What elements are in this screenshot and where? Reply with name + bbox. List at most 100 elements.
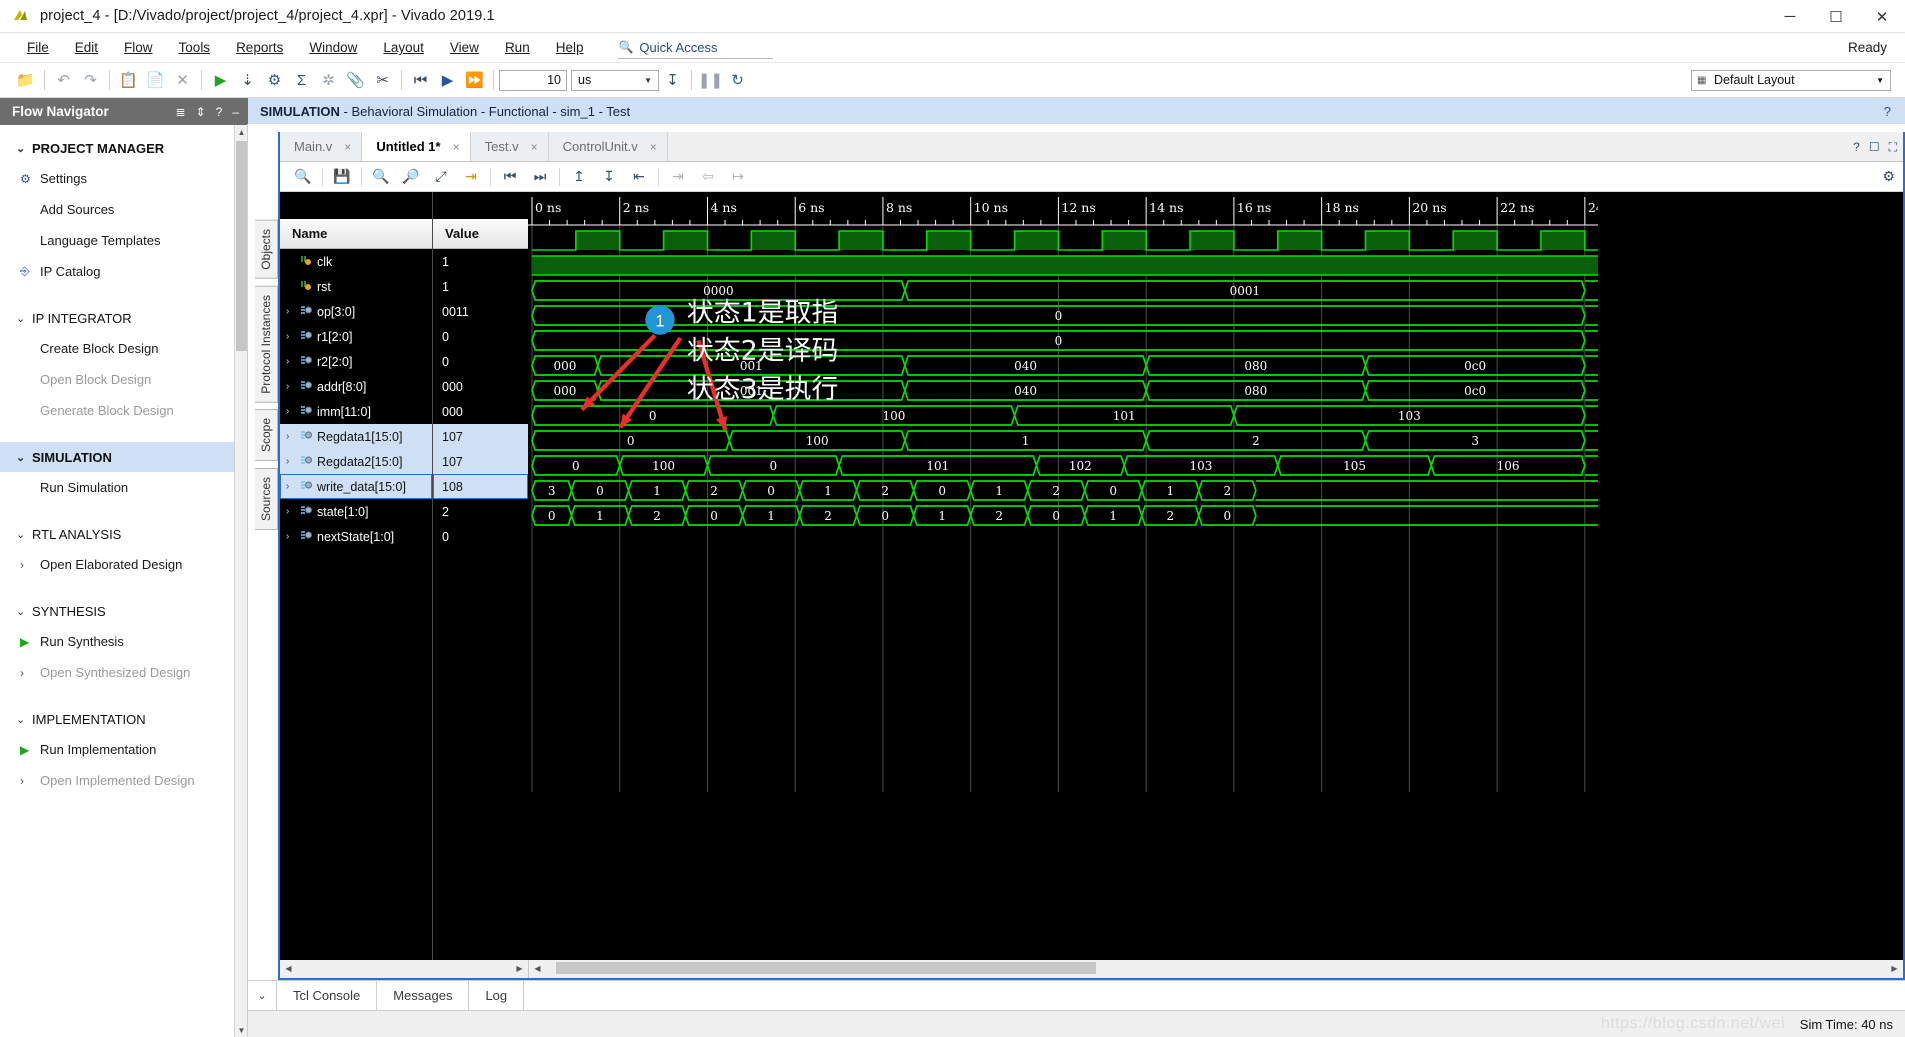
signal-row-write_data150[interactable]: › write_data[15:0] bbox=[280, 474, 432, 499]
flow-navigator-scrollbar[interactable]: ▲ ▼ bbox=[234, 125, 247, 1037]
signal-row-Regdata1150[interactable]: › Regdata1[15:0] bbox=[280, 424, 432, 449]
expand-chevron-icon[interactable]: › bbox=[286, 406, 300, 417]
menu-layout[interactable]: Layout bbox=[370, 37, 437, 58]
tab-controlunit-v[interactable]: ControlUnit.v × bbox=[548, 132, 668, 161]
layout-select[interactable]: ▦ Default Layout ▼ bbox=[1691, 69, 1891, 91]
waveform-canvas[interactable]: 0 ns 2 ns 4 ns 6 ns 8 ns 10 ns 12 ns 14 ns 16 ns… bbox=[528, 192, 1903, 960]
expand-chevron-icon[interactable]: › bbox=[286, 481, 300, 492]
collapse-all-icon[interactable]: ≣ bbox=[176, 105, 186, 119]
sidebar-item-ip-catalog[interactable]: ⎆ IP Catalog bbox=[0, 256, 247, 287]
tab-untitled-1[interactable]: Untitled 1* × bbox=[362, 132, 471, 161]
scroll-left-arrow-icon[interactable]: ◀ bbox=[529, 960, 546, 977]
paste-icon[interactable]: 📄 bbox=[142, 68, 169, 92]
delete-icon[interactable]: ✕ bbox=[169, 68, 196, 92]
gear-icon[interactable]: ⚙ bbox=[1882, 168, 1895, 185]
sidebar-item-run-synthesis[interactable]: ▶ Run Synthesis bbox=[0, 626, 247, 657]
sidebar-item-add-sources[interactable]: Add Sources bbox=[0, 194, 247, 225]
signal-row-nextState10[interactable]: › nextState[1:0] bbox=[280, 524, 432, 549]
nav-section-rtl-analysis[interactable]: ⌄ RTL ANALYSIS bbox=[0, 519, 247, 549]
scroll-up-arrow-icon[interactable]: ▲ bbox=[235, 125, 247, 139]
ruler-icon[interactable]: ↦ bbox=[723, 165, 753, 189]
scroll-down-arrow-icon[interactable]: ▼ bbox=[235, 1023, 247, 1037]
scrollbar-thumb[interactable] bbox=[236, 141, 247, 351]
nav-section-ip-integrator[interactable]: ⌄ IP INTEGRATOR bbox=[0, 303, 247, 333]
sidebar-item-run-simulation[interactable]: Run Simulation bbox=[0, 472, 247, 503]
close-icon[interactable]: × bbox=[344, 140, 351, 154]
menu-tools[interactable]: Tools bbox=[166, 37, 224, 58]
names-hscrollbar[interactable]: ◀ ▶ bbox=[280, 960, 528, 978]
chevron-down-icon[interactable]: ⌄ bbox=[248, 981, 276, 1010]
run-icon[interactable]: ▶ bbox=[207, 68, 234, 92]
menu-reports[interactable]: Reports bbox=[223, 37, 296, 58]
signal-row-state10[interactable]: › state[1:0] bbox=[280, 499, 432, 524]
maximize-icon[interactable]: ⛶ bbox=[1889, 140, 1897, 155]
menu-run[interactable]: Run bbox=[492, 37, 543, 58]
tab-main-v[interactable]: Main.v × bbox=[280, 132, 363, 161]
expand-chevron-icon[interactable]: › bbox=[286, 306, 300, 317]
help-icon[interactable]: ? bbox=[1853, 140, 1860, 154]
sidebar-item-language-templates[interactable]: Language Templates bbox=[0, 225, 247, 256]
scroll-right-arrow-icon[interactable]: ▶ bbox=[511, 960, 528, 977]
run-step-icon[interactable]: ⏩ bbox=[461, 68, 488, 92]
run-all-icon[interactable]: ▶ bbox=[434, 68, 461, 92]
expand-chevron-icon[interactable]: › bbox=[286, 331, 300, 342]
expand-chevron-icon[interactable]: › bbox=[286, 356, 300, 367]
close-button[interactable]: ✕ bbox=[1859, 0, 1905, 33]
next-transition-icon[interactable]: ⏭ bbox=[525, 165, 555, 189]
close-icon[interactable]: × bbox=[531, 140, 538, 154]
scrollbar-track[interactable] bbox=[546, 960, 1886, 977]
save-icon[interactable]: 💾 bbox=[327, 165, 357, 189]
signal-row-op30[interactable]: › op[3:0] bbox=[280, 299, 432, 324]
menu-flow[interactable]: Flow bbox=[111, 37, 166, 58]
help-icon[interactable]: ? bbox=[1884, 104, 1891, 119]
scroll-right-arrow-icon[interactable]: ▶ bbox=[1886, 960, 1903, 977]
nav-section-project-manager[interactable]: ⌄ PROJECT MANAGER bbox=[0, 133, 247, 163]
reset-icon[interactable]: ↻ bbox=[724, 68, 751, 92]
menu-view[interactable]: View bbox=[437, 37, 492, 58]
expand-chevron-icon[interactable]: › bbox=[286, 506, 300, 517]
signal-row-clk[interactable]: clk bbox=[280, 249, 432, 274]
signal-row-rst[interactable]: rst bbox=[280, 274, 432, 299]
sidebar-item-run-implementation[interactable]: ▶ Run Implementation bbox=[0, 734, 247, 765]
undo-icon[interactable]: ↶ bbox=[50, 68, 77, 92]
add-divider-icon[interactable]: ⇤ bbox=[624, 165, 654, 189]
tab-tcl-console[interactable]: Tcl Console bbox=[276, 981, 376, 1010]
clip-icon[interactable]: 📎 bbox=[342, 68, 369, 92]
help-icon[interactable]: ? bbox=[216, 105, 223, 119]
sidebar-item-settings[interactable]: ⚙ Settings bbox=[0, 163, 247, 194]
sidebar-item-open-elaborated-design[interactable]: › Open Elaborated Design bbox=[0, 549, 247, 580]
signal-row-Regdata2150[interactable]: › Regdata2[15:0] bbox=[280, 449, 432, 474]
nav-section-simulation[interactable]: ⌄ SIMULATION bbox=[0, 442, 247, 472]
menu-window[interactable]: Window bbox=[296, 37, 370, 58]
close-icon[interactable]: × bbox=[453, 140, 460, 154]
rail-tab-protocol-instances[interactable]: Protocol Instances bbox=[254, 285, 278, 403]
tab-messages[interactable]: Messages bbox=[376, 981, 468, 1010]
sum-icon[interactable]: Σ bbox=[288, 68, 315, 92]
minimize-button[interactable]: ─ bbox=[1767, 0, 1813, 33]
sidebar-item-create-block-design[interactable]: Create Block Design bbox=[0, 333, 247, 364]
scissors-icon[interactable]: ✂ bbox=[369, 68, 396, 92]
nav-section-implementation[interactable]: ⌄ IMPLEMENTATION bbox=[0, 704, 247, 734]
sidebar-item-open-block-design[interactable]: Open Block Design bbox=[0, 364, 247, 395]
restart-icon[interactable]: ⏮ bbox=[407, 68, 434, 92]
search-icon[interactable]: 🔍 bbox=[288, 165, 318, 189]
expand-chevron-icon[interactable]: › bbox=[286, 531, 300, 542]
menu-help[interactable]: Help bbox=[543, 37, 597, 58]
signal-row-addr80[interactable]: › addr[8:0] bbox=[280, 374, 432, 399]
no-route-icon[interactable]: ✲ bbox=[315, 68, 342, 92]
wave-hscrollbar[interactable]: ◀ ▶ bbox=[528, 960, 1903, 978]
zoom-fit-icon[interactable]: ⤢ bbox=[426, 165, 456, 189]
expand-chevron-icon[interactable]: › bbox=[286, 381, 300, 392]
menu-edit[interactable]: Edit bbox=[62, 37, 111, 58]
scrollbar-track[interactable] bbox=[297, 960, 511, 977]
sidebar-item-open-synthesized-design[interactable]: › Open Synthesized Design bbox=[0, 657, 247, 688]
close-icon[interactable]: × bbox=[650, 140, 657, 154]
signal-row-imm110[interactable]: › imm[11:0] bbox=[280, 399, 432, 424]
menu-file[interactable]: File bbox=[14, 37, 62, 58]
nav-section-synthesis[interactable]: ⌄ SYNTHESIS bbox=[0, 596, 247, 626]
settings-icon[interactable]: ⚙ bbox=[261, 68, 288, 92]
rail-tab-objects[interactable]: Objects bbox=[254, 220, 278, 279]
sidebar-item-open-implemented-design[interactable]: › Open Implemented Design bbox=[0, 765, 247, 796]
zoom-out-icon[interactable]: 🔎 bbox=[396, 165, 426, 189]
pause-icon[interactable]: ❚❚ bbox=[697, 68, 724, 92]
